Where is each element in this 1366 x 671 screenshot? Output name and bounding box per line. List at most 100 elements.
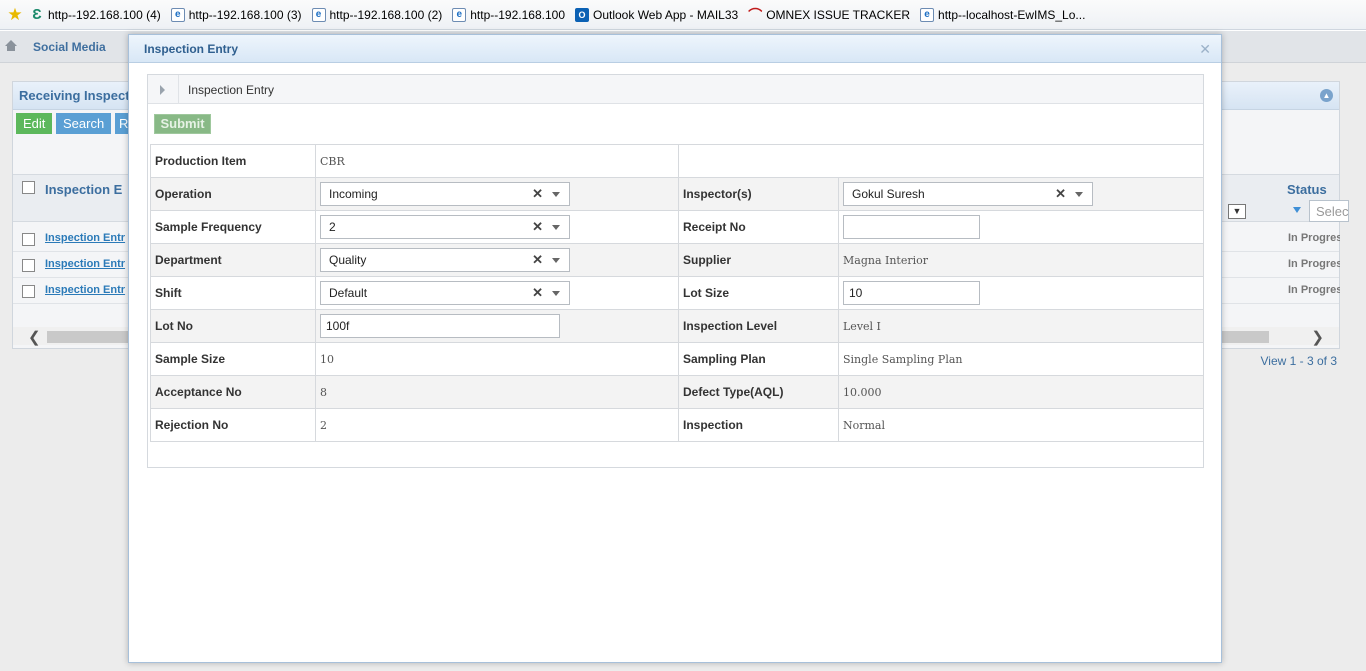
inspection-level-value: Level I: [838, 309, 1204, 343]
bookmark-label: http--192.168.100: [470, 7, 565, 22]
operation-selected-value: Incoming: [329, 187, 378, 201]
clear-icon[interactable]: ✕: [1055, 186, 1066, 202]
acceptance-no-label: Acceptance No: [150, 375, 316, 409]
acceptance-no-value: 8: [315, 375, 679, 409]
department-selected-value: Quality: [329, 253, 367, 267]
supplier-value: Magna Interior: [838, 243, 1204, 277]
defect-type-value: 10.000: [838, 375, 1204, 409]
defect-type-label: Defect Type(AQL): [678, 375, 839, 409]
empty-cell: [678, 144, 1204, 178]
sample-frequency-selected-value: 2: [329, 220, 336, 234]
department-cell: Quality ✕: [315, 243, 679, 277]
select-all-checkbox[interactable]: [22, 181, 35, 194]
filter-dropdown[interactable]: ▼: [1228, 204, 1246, 219]
bookmark-label: http--192.168.100 (3): [188, 7, 302, 22]
department-label: Department: [150, 243, 316, 277]
favorites-star-icon[interactable]: ★: [6, 5, 24, 24]
dialog-header: Inspection Entry ✕: [129, 35, 1221, 63]
edit-button[interactable]: Edit: [16, 113, 53, 134]
chevron-down-icon[interactable]: [552, 225, 560, 230]
pager-info: View 1 - 3 of 3: [1260, 354, 1338, 368]
column-title-inspection[interactable]: Inspection E: [45, 182, 122, 197]
search-button[interactable]: Search: [56, 113, 112, 134]
section-title: Inspection Entry: [188, 83, 275, 97]
clear-icon[interactable]: ✕: [532, 285, 543, 301]
bookmark-item[interactable]: O Outlook Web App - MAIL33: [575, 7, 739, 22]
inspection-level-label: Inspection Level: [678, 309, 839, 343]
inspection-entry-link[interactable]: Inspection Entr: [45, 258, 125, 270]
receipt-no-label: Receipt No: [678, 210, 839, 244]
clear-icon[interactable]: ✕: [532, 219, 543, 235]
status-filter-select[interactable]: Selec: [1309, 200, 1349, 222]
operation-label: Operation: [150, 177, 316, 211]
department-select[interactable]: Quality ✕: [320, 248, 570, 272]
scroll-left-icon[interactable]: ❮: [28, 328, 41, 346]
dialog-title: Inspection Entry: [144, 42, 239, 56]
bookmark-item[interactable]: e http--192.168.100 (2): [311, 7, 443, 22]
ie-page-icon: e: [920, 7, 935, 22]
bookmark-item[interactable]: ⌒ OMNEX ISSUE TRACKER: [748, 6, 911, 23]
chevron-down-icon[interactable]: [552, 258, 560, 263]
column-title-status[interactable]: Status: [1287, 182, 1327, 197]
shift-select[interactable]: Default ✕: [320, 281, 570, 305]
supplier-label: Supplier: [678, 243, 839, 277]
ie-page-icon: e: [452, 7, 467, 22]
expand-icon[interactable]: [158, 85, 166, 95]
shift-cell: Default ✕: [315, 276, 679, 310]
production-item-label: Production Item: [150, 144, 316, 178]
clear-icon[interactable]: ✕: [532, 252, 543, 268]
inspection-entry-section: Inspection Entry Submit Production Item …: [147, 74, 1204, 468]
lot-size-input[interactable]: 10: [843, 281, 980, 305]
scroll-right-icon[interactable]: ❯: [1311, 328, 1324, 346]
collapse-icon[interactable]: ▲: [1320, 89, 1333, 102]
sample-frequency-label: Sample Frequency: [150, 210, 316, 244]
ie-page-icon: e: [170, 7, 185, 22]
chevron-down-icon[interactable]: [1075, 192, 1083, 197]
bookmark-item[interactable]: e http--192.168.100 (3): [170, 7, 302, 22]
inspectors-selected-value: Gokul Suresh: [852, 187, 925, 201]
clear-icon[interactable]: ✕: [532, 186, 543, 202]
row-checkbox[interactable]: [22, 259, 35, 272]
outlook-icon: O: [575, 7, 589, 22]
inspectors-select[interactable]: Gokul Suresh ✕: [843, 182, 1093, 206]
sample-frequency-cell: 2 ✕: [315, 210, 679, 244]
close-icon[interactable]: ✕: [1199, 41, 1211, 58]
production-item-value: CBR: [315, 144, 679, 178]
bookmark-item[interactable]: Ɛhttp--192.168.100 (4): [30, 6, 160, 23]
bookmark-item[interactable]: e http--192.168.100: [452, 7, 565, 22]
chevron-down-icon[interactable]: [552, 192, 560, 197]
inspection-value: Normal: [838, 408, 1204, 442]
shift-label: Shift: [150, 276, 316, 310]
row-checkbox[interactable]: [22, 285, 35, 298]
inspection-form: Production Item CBR Operation Incoming ✕…: [150, 144, 1204, 442]
filter-icon: [1293, 207, 1301, 213]
bookmark-label: OMNEX ISSUE TRACKER: [766, 7, 911, 22]
section-header: Inspection Entry: [148, 75, 1203, 104]
bookmark-item[interactable]: e http--localhost-EwIMS_Lo...: [920, 7, 1085, 22]
nav-social-media[interactable]: Social Media: [33, 40, 106, 54]
sampling-plan-label: Sampling Plan: [678, 342, 839, 376]
bookmark-label: Outlook Web App - MAIL33: [593, 7, 739, 22]
panel-title: Receiving Inspect: [19, 88, 130, 103]
inspectors-cell: Gokul Suresh ✕: [838, 177, 1204, 211]
lot-no-input[interactable]: 100f: [320, 314, 560, 338]
lot-no-cell: 100f: [315, 309, 679, 343]
status-cell: In Progres: [1288, 232, 1340, 244]
inspection-entry-link[interactable]: Inspection Entr: [45, 232, 125, 244]
rejection-no-label: Rejection No: [150, 408, 316, 442]
receipt-no-input[interactable]: [843, 215, 980, 239]
inspectors-label: Inspector(s): [678, 177, 839, 211]
bookmark-label: http--192.168.100 (2): [329, 7, 443, 22]
lot-size-cell: 10: [838, 276, 1204, 310]
row-checkbox[interactable]: [22, 233, 35, 246]
home-icon[interactable]: [5, 40, 17, 52]
sample-frequency-select[interactable]: 2 ✕: [320, 215, 570, 239]
submit-button[interactable]: Submit: [154, 114, 211, 134]
omnex-icon: ⌒: [748, 6, 763, 23]
operation-select[interactable]: Incoming ✕: [320, 182, 570, 206]
inspection-entry-link[interactable]: Inspection Entr: [45, 284, 125, 296]
chevron-down-icon[interactable]: [552, 291, 560, 296]
ie-page-icon: e: [311, 7, 326, 22]
status-cell: In Progres: [1288, 258, 1340, 270]
inspection-entry-dialog: Inspection Entry ✕ Inspection Entry Subm…: [128, 34, 1222, 663]
